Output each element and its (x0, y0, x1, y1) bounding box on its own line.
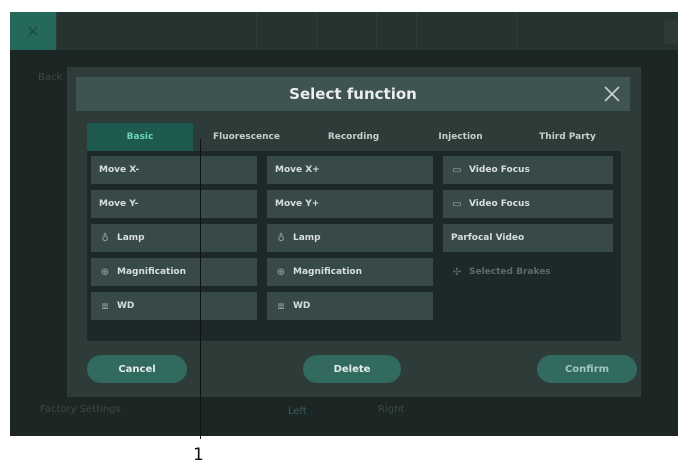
function-wd[interactable]: ⧈ WD (91, 292, 257, 320)
device-screen: ✕ Back Factory Settings Left Right Selec… (10, 12, 678, 436)
function-label: Lamp (117, 233, 145, 243)
function-move-x-plus[interactable]: Move X+ (267, 156, 433, 184)
function-label: Magnification (293, 267, 363, 277)
top-bar-segment[interactable] (376, 12, 417, 50)
function-lamp[interactable]: ♁ Lamp (91, 224, 257, 252)
cancel-button[interactable]: Cancel (87, 355, 187, 383)
tab-bar: Basic Fluorescence Recording Injection T… (87, 123, 621, 151)
delete-button[interactable]: Delete (303, 355, 401, 383)
wd-icon: ⧈ (277, 300, 285, 312)
function-label: Move Y- (99, 199, 139, 209)
callout-line (200, 139, 201, 439)
function-label: Lamp (293, 233, 321, 243)
magnification-icon: ⊕ (100, 266, 110, 278)
function-label: Move X- (99, 165, 140, 175)
function-label: Selected Brakes (469, 267, 551, 277)
function-label: WD (293, 301, 311, 311)
tab-basic[interactable]: Basic (87, 123, 193, 151)
close-icon: ✕ (26, 21, 40, 41)
function-label: WD (117, 301, 135, 311)
tab-third-party[interactable]: Third Party (514, 123, 621, 151)
tab-recording[interactable]: Recording (300, 123, 407, 151)
function-magnification[interactable]: ⊕ Magnification (91, 258, 257, 286)
function-selected-brakes: ✣ Selected Brakes (443, 258, 613, 286)
top-bar-segment[interactable] (416, 12, 517, 50)
top-bar-segment[interactable] (56, 12, 257, 50)
tab-injection[interactable]: Injection (407, 123, 514, 151)
right-option[interactable]: Right (378, 404, 404, 415)
function-grid: Move X- Move X+ ▭ Video Focus Move Y- Mo… (87, 151, 621, 341)
home-button[interactable]: ✕ (10, 12, 56, 50)
function-label: Video Focus (469, 165, 530, 175)
wd-icon: ⧈ (101, 300, 109, 312)
top-bar (56, 12, 678, 50)
function-lamp-2[interactable]: ♁ Lamp (267, 224, 433, 252)
top-bar-segment[interactable] (256, 12, 317, 50)
function-parfocal-video[interactable]: Parfocal Video (443, 224, 613, 252)
video-icon: ▭ (452, 164, 462, 176)
lamp-icon: ♁ (101, 232, 109, 244)
dialog-header: Select function (76, 77, 630, 111)
function-wd-2[interactable]: ⧈ WD (267, 292, 433, 320)
function-label: Move X+ (275, 165, 320, 175)
function-label: Magnification (117, 267, 187, 277)
side-handle[interactable] (664, 20, 678, 44)
back-label[interactable]: Back (38, 72, 62, 83)
function-move-y-plus[interactable]: Move Y+ (267, 190, 433, 218)
select-function-dialog: Select function Basic Fluorescence Recor… (67, 67, 641, 397)
function-label: Video Focus (469, 199, 530, 209)
brakes-icon: ✣ (452, 266, 462, 278)
confirm-button[interactable]: Confirm (537, 355, 637, 383)
function-video-focus[interactable]: ▭ Video Focus (443, 156, 613, 184)
function-label: Parfocal Video (451, 233, 525, 243)
left-option[interactable]: Left (288, 406, 307, 417)
callout-number: 1 (193, 445, 204, 465)
top-bar-segment[interactable] (516, 12, 667, 50)
function-move-x-minus[interactable]: Move X- (91, 156, 257, 184)
dialog-title: Select function (289, 85, 417, 103)
top-bar-segment[interactable] (316, 12, 377, 50)
magnification-icon: ⊕ (276, 266, 286, 278)
video-icon: ▭ (452, 198, 462, 210)
function-magnification-2[interactable]: ⊕ Magnification (267, 258, 433, 286)
function-label: Move Y+ (275, 199, 320, 209)
close-icon[interactable] (602, 84, 622, 104)
function-move-y-minus[interactable]: Move Y- (91, 190, 257, 218)
function-video-focus-2[interactable]: ▭ Video Focus (443, 190, 613, 218)
factory-settings-label[interactable]: Factory Settings (40, 404, 121, 415)
lamp-icon: ♁ (277, 232, 285, 244)
tab-fluorescence[interactable]: Fluorescence (193, 123, 300, 151)
